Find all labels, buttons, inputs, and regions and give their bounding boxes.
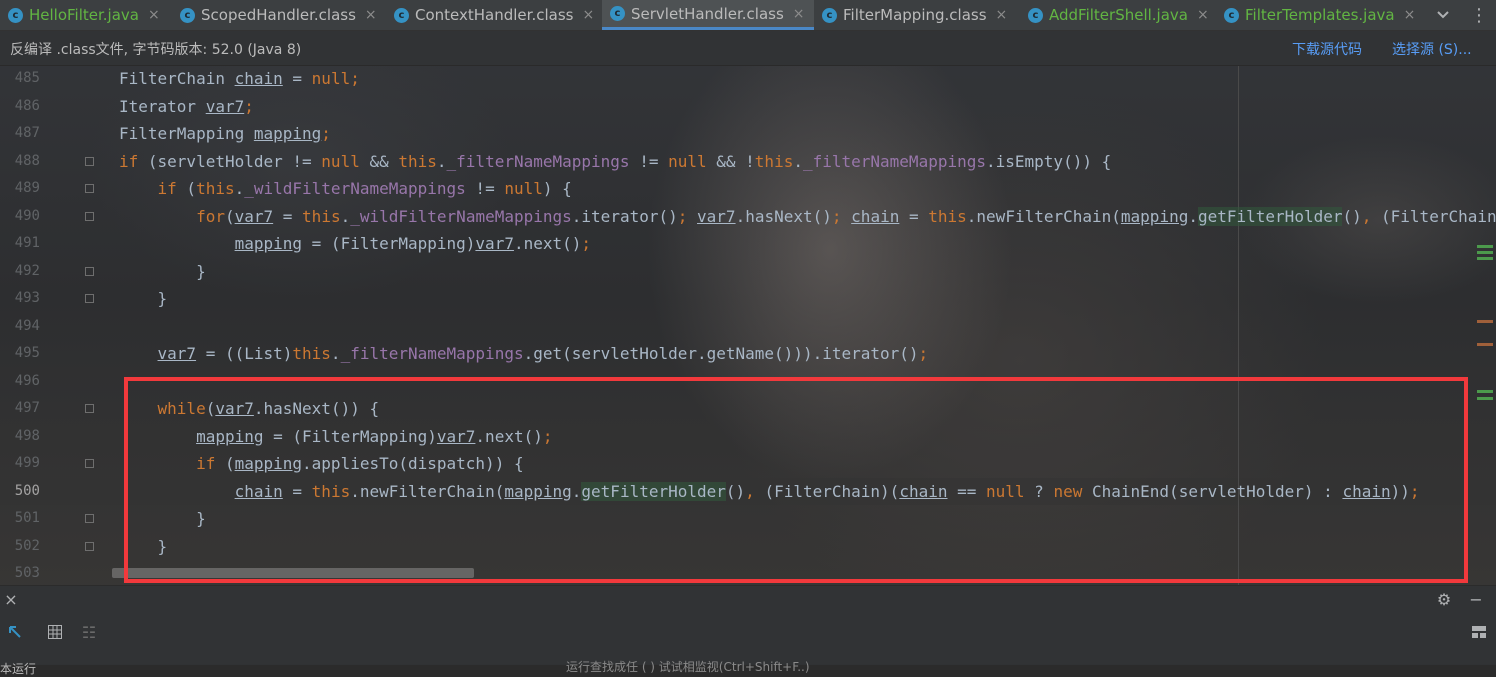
scroll-marker[interactable] <box>1477 320 1493 323</box>
choose-source-link[interactable]: 选择源 (S)... <box>1392 39 1472 59</box>
scroll-marker[interactable] <box>1477 245 1493 248</box>
more-options-icon[interactable]: ⋮ <box>1462 0 1496 30</box>
fold-marker-icon[interactable] <box>85 212 94 221</box>
class-file-icon: c <box>1028 7 1043 23</box>
code-line: var7 = ((List)this._filterNameMappings.g… <box>157 344 929 363</box>
close-icon[interactable]: × <box>365 7 377 23</box>
grid-icon[interactable]: ☷ <box>78 621 100 643</box>
line-number: 491 <box>14 235 40 251</box>
code-line: if (this._wildFilterNameMappings != null… <box>157 179 572 198</box>
tab-label: ScopedHandler.class <box>201 6 356 24</box>
editor-tab-bar: c HelloFilter.java × c ScopedHandler.cla… <box>0 0 1496 31</box>
class-file-icon: c <box>394 7 409 23</box>
scroll-marker[interactable] <box>1477 257 1493 260</box>
line-number: 495 <box>14 345 40 361</box>
tab-servlethandler-class[interactable]: c ServletHandler.class × <box>602 0 814 30</box>
scroll-marker[interactable] <box>1477 343 1493 346</box>
fold-marker-icon[interactable] <box>85 459 94 468</box>
code-line: Iterator var7; <box>119 96 254 116</box>
tab-label: HelloFilter.java <box>29 6 139 24</box>
class-file-icon: c <box>180 7 195 23</box>
line-number: 503 <box>14 565 40 581</box>
red-annotation-box <box>124 377 1468 583</box>
fold-marker-icon[interactable] <box>85 542 94 551</box>
tab-filtertemplates-java[interactable]: c FilterTemplates.java × <box>1216 0 1428 30</box>
table-icon[interactable] <box>44 621 66 643</box>
code-line: mapping = (FilterMapping)var7.next(); <box>234 234 592 253</box>
tab-label: FilterTemplates.java <box>1245 6 1395 24</box>
decompiled-notice-banner: 反编译 .class文件, 字节码版本: 52.0 (Java 8) 下载源代码… <box>0 31 1496 66</box>
tab-label: AddFilterShell.java <box>1049 6 1188 24</box>
class-file-icon: c <box>822 7 837 23</box>
bottom-tool-window: × ☷ ⚙ − 本运行 运行查找成任 ( ) 试试相监视(Ctrl+Shift+… <box>0 585 1496 676</box>
line-number: 497 <box>14 400 40 416</box>
tab-label: ServletHandler.class <box>631 4 784 23</box>
line-number: 488 <box>14 152 40 169</box>
line-number: 502 <box>14 537 40 554</box>
line-number: 485 <box>14 70 40 86</box>
code-line: if (servletHolder != null && this._filte… <box>119 151 1112 171</box>
line-number: 501 <box>14 510 40 526</box>
current-line-number: 500 <box>14 482 40 499</box>
fold-marker-icon[interactable] <box>85 404 94 413</box>
close-icon[interactable]: × <box>1197 7 1209 23</box>
layout-icon[interactable] <box>1468 621 1490 643</box>
line-number: 487 <box>14 125 40 141</box>
fold-marker-icon[interactable] <box>85 514 94 523</box>
close-icon[interactable]: × <box>793 6 805 22</box>
line-number: 496 <box>14 372 40 389</box>
tab-hellofilter-java[interactable]: c HelloFilter.java × <box>0 0 172 30</box>
fold-marker-icon[interactable] <box>85 267 94 276</box>
line-number: 494 <box>14 317 40 334</box>
close-icon[interactable]: × <box>996 7 1008 23</box>
gear-icon[interactable]: ⚙ <box>1433 588 1455 610</box>
tab-label: FilterMapping.class <box>843 6 987 24</box>
tab-addfiltershell-java[interactable]: c AddFilterShell.java × <box>1020 0 1216 30</box>
code-line: for(var7 = this._wildFilterNameMappings.… <box>196 206 1496 226</box>
run-panel-label: 本运行 <box>0 662 37 676</box>
line-number: 493 <box>14 290 40 306</box>
decompiled-notice-text: 反编译 .class文件, 字节码版本: 52.0 (Java 8) <box>10 42 302 58</box>
close-icon[interactable]: × <box>582 7 594 23</box>
cursor-icon[interactable] <box>5 622 27 644</box>
class-file-icon: c <box>1224 7 1239 23</box>
close-icon[interactable]: × <box>148 7 160 23</box>
scroll-marker[interactable] <box>1477 397 1493 400</box>
chevron-down-icon[interactable] <box>1428 0 1458 30</box>
code-line: } <box>119 261 206 281</box>
close-icon[interactable]: × <box>0 588 22 610</box>
code-line: FilterMapping mapping; <box>119 124 331 143</box>
line-number: 486 <box>14 97 40 114</box>
line-number: 499 <box>14 455 40 471</box>
scroll-marker[interactable] <box>1477 251 1493 254</box>
minimize-icon[interactable]: − <box>1465 588 1487 610</box>
tab-label: ContextHandler.class <box>415 6 574 24</box>
code-line: } <box>119 289 168 308</box>
tab-contexthandler-class[interactable]: c ContextHandler.class × <box>386 0 602 30</box>
scroll-marker[interactable] <box>1477 390 1493 393</box>
class-file-icon: c <box>610 6 625 21</box>
fold-marker-icon[interactable] <box>85 157 94 166</box>
download-source-link[interactable]: 下载源代码 <box>1292 39 1362 59</box>
tab-scopedhandler-class[interactable]: c ScopedHandler.class × <box>172 0 386 30</box>
line-number: 498 <box>14 427 40 444</box>
line-number: 489 <box>14 180 40 196</box>
tab-filtermapping-class[interactable]: c FilterMapping.class × <box>814 0 1020 30</box>
class-file-icon: c <box>8 7 23 23</box>
line-number: 492 <box>14 262 40 279</box>
fold-marker-icon[interactable] <box>85 294 94 303</box>
code-line: FilterChain chain = null; <box>119 69 360 88</box>
status-hint-text: 运行查找成任 ( ) 试试相监视(Ctrl+Shift+F..) <box>566 660 810 674</box>
close-icon[interactable]: × <box>1404 7 1416 23</box>
line-number: 490 <box>14 207 40 224</box>
fold-marker-icon[interactable] <box>85 184 94 193</box>
